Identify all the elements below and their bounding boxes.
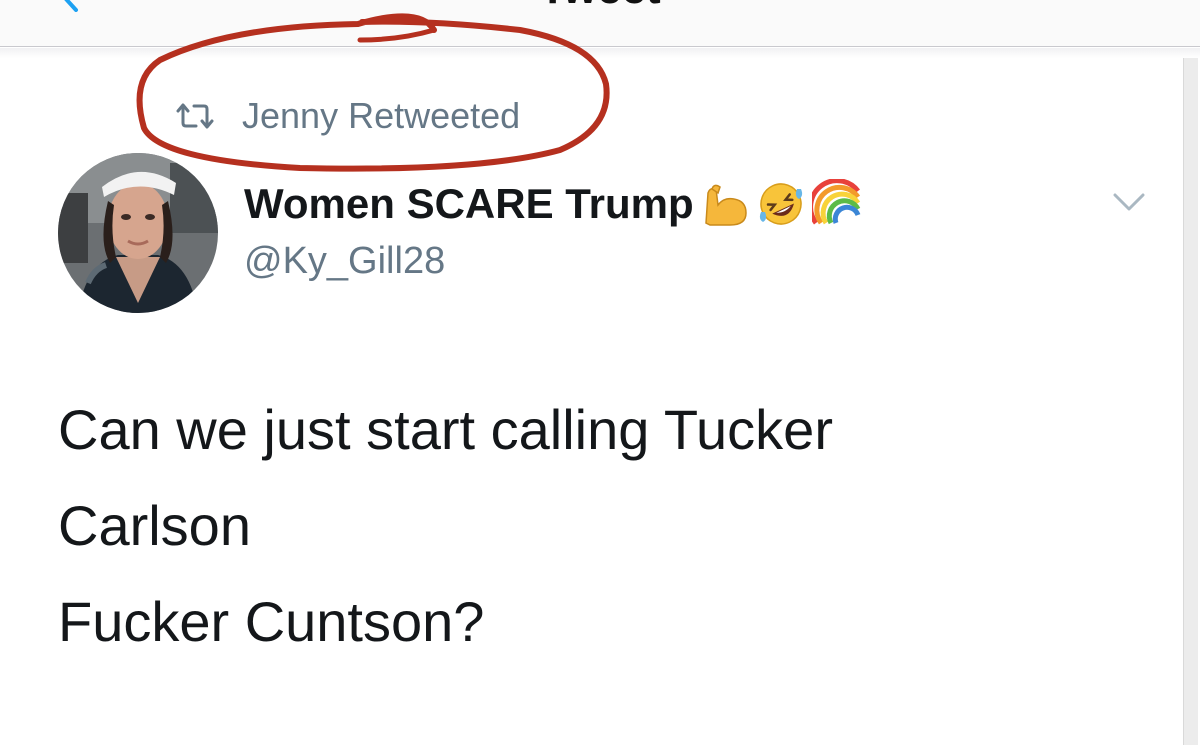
header-divider <box>0 46 1200 47</box>
tweet-text-line: Carlson <box>58 494 251 557</box>
flexed-biceps-emoji <box>704 184 747 226</box>
retweet-icon <box>176 103 214 129</box>
author-avatar[interactable] <box>58 153 218 313</box>
tweet-body: Can we just start calling Tucker Carlson… <box>58 382 1158 670</box>
tweet-text-line: Fucker Cuntson? <box>58 590 485 653</box>
chevron-down-icon[interactable] <box>1112 190 1146 214</box>
content-top-shadow <box>0 48 1200 58</box>
author-name[interactable]: Women SCARE Trump <box>244 178 862 230</box>
author-name-text: Women SCARE Trump <box>244 180 694 227</box>
rolling-laughing-emoji <box>759 183 802 225</box>
retweeted-by-label: Jenny Retweeted <box>242 95 521 136</box>
navigation-bar: Tweet <box>0 0 1200 46</box>
author-handle[interactable]: @Ky_Gill28 <box>244 240 445 283</box>
retweet-context[interactable]: Jenny Retweeted <box>176 95 520 137</box>
scrollbar[interactable] <box>1183 58 1198 745</box>
tweet-text-line: Can we just start calling Tucker <box>58 398 833 461</box>
avatar-photo <box>58 153 218 313</box>
rainbow-emoji <box>811 179 860 225</box>
page-title: Tweet <box>0 0 1200 14</box>
